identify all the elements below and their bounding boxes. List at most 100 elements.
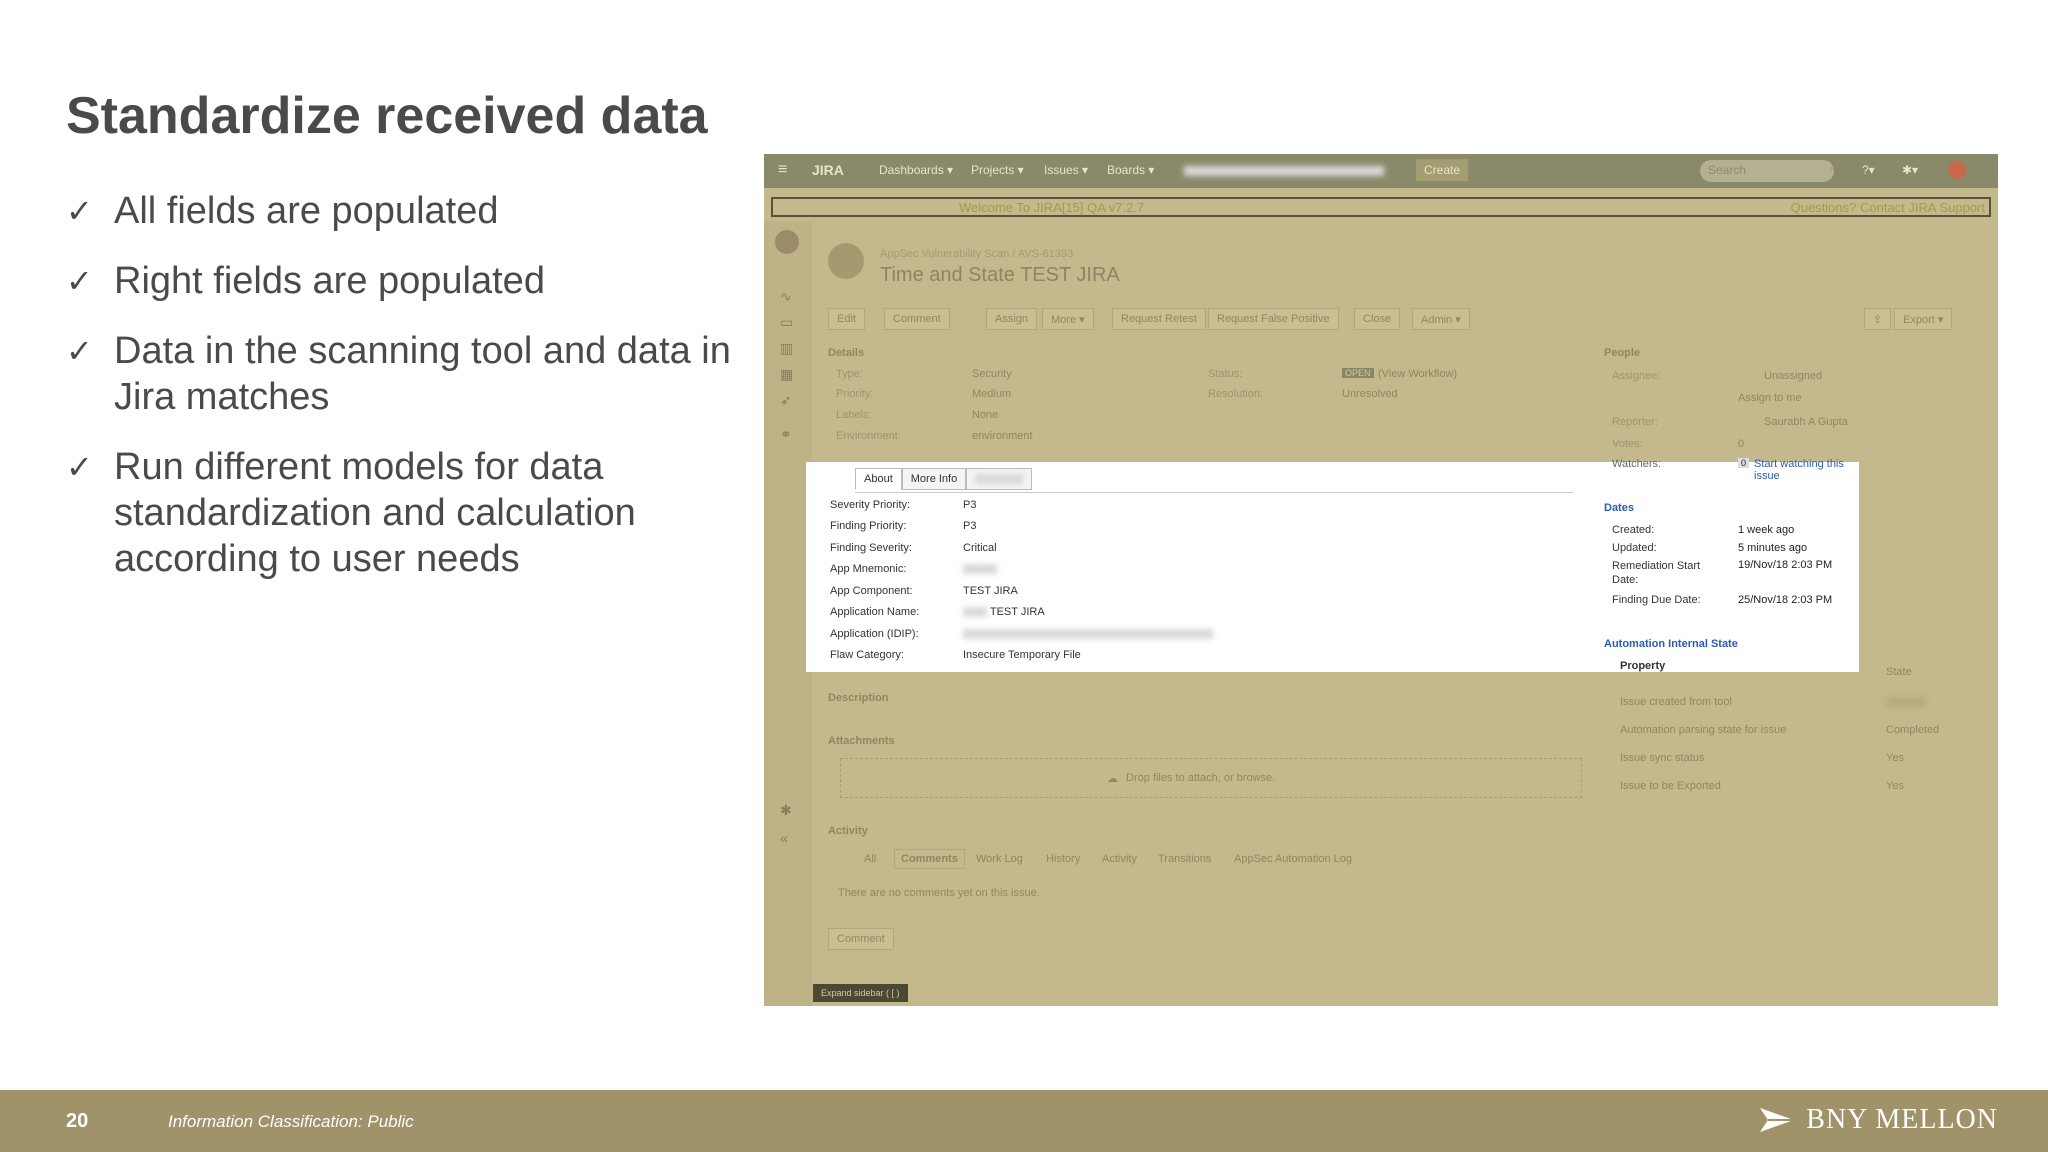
start-watching-link[interactable]: Start watching this issue [1754, 458, 1859, 482]
tab-history[interactable]: History [1046, 853, 1080, 865]
automation-row-property: Issue to be Exported [1620, 780, 1721, 792]
environment-value: environment [972, 430, 1033, 442]
remediation-label: Remediation Start Date: [1612, 560, 1701, 586]
expand-sidebar-tooltip: Expand sidebar ( [ ) [813, 984, 908, 1002]
assign-to-me-link[interactable]: Assign to me [1738, 392, 1802, 404]
collapse-icon[interactable]: « [780, 830, 788, 846]
row-value: Critical [963, 542, 997, 554]
row-value-text: TEST JIRA [989, 606, 1045, 618]
created-label: Created: [1612, 524, 1655, 536]
logo-text: BNY MELLON [1806, 1104, 1998, 1135]
remediation-value: 19/Nov/18 2:03 PM [1738, 559, 1833, 571]
tab-all[interactable]: All [864, 853, 876, 865]
property-header: Property [1620, 660, 1666, 672]
page-number: 20 [66, 1110, 89, 1132]
help-icon[interactable]: ?▾ [1862, 163, 1875, 177]
create-button[interactable]: Create [1416, 159, 1469, 181]
updated-label: Updated: [1612, 542, 1657, 554]
footer-bar: 20 Information Classification: Public BN… [0, 1090, 2048, 1152]
check-icon: ✓ [66, 192, 93, 230]
menu-icon[interactable]: ≡ [778, 161, 787, 179]
comment-button[interactable]: Comment [884, 308, 950, 330]
tab-about[interactable]: About [855, 468, 902, 490]
row-value: P3 [963, 499, 977, 511]
nav-dashboards[interactable]: Dashboards ▾ [879, 163, 953, 177]
bullet-text: Data in the scanning tool and data in Ji… [114, 330, 731, 418]
assignee-value: Unassigned [1764, 370, 1823, 382]
votes-count[interactable]: 0 [1738, 438, 1744, 450]
tab-more-info[interactable]: More Info [901, 468, 967, 490]
tab-activity[interactable]: Activity [1102, 853, 1137, 865]
nav-boards[interactable]: Boards ▾ [1107, 163, 1154, 177]
status-label: Status: [1208, 368, 1243, 380]
tab-appsec-automation-log[interactable]: AppSec Automation Log [1234, 853, 1352, 865]
bullet-item: ✓ Right fields are populated [66, 258, 766, 304]
view-workflow-link[interactable]: (View Workflow) [1378, 368, 1457, 380]
welcome-banner: Welcome To JIRA[15] QA v7.2.7 Questions?… [771, 197, 1991, 217]
search-input[interactable]: Search [1700, 160, 1834, 182]
row-key: Finding Priority: [830, 520, 907, 532]
about-tabs: About More Info [855, 468, 1033, 490]
share-icon[interactable]: ⇪ [1864, 308, 1892, 330]
type-label: Type: [836, 368, 863, 380]
environment-label: Environment: [836, 430, 901, 442]
more-button[interactable]: More ▾ [1042, 308, 1094, 330]
about-panel: About More Info Severity Priority: P3 Fin… [806, 462, 1573, 672]
assignee-label: Assignee: [1612, 370, 1661, 382]
assign-button[interactable]: Assign [986, 308, 1038, 330]
gear-icon[interactable]: ✱▾ [1902, 163, 1918, 177]
blurred-nav [1184, 166, 1384, 176]
updated-value: 5 minutes ago [1738, 542, 1808, 554]
row-value: Insecure Temporary File [963, 649, 1081, 661]
resolution-value: Unresolved [1342, 388, 1398, 400]
close-button[interactable]: Close [1354, 308, 1401, 330]
tab-work-log[interactable]: Work Log [976, 853, 1023, 865]
request-retest-button[interactable]: Request Retest [1112, 308, 1206, 330]
automation-row-state: Yes [1886, 780, 1904, 792]
people-heading: People [1604, 347, 1641, 359]
automation-row-state [1886, 696, 1926, 708]
tab-transitions[interactable]: Transitions [1158, 853, 1211, 865]
upload-icon: ☁ [1107, 773, 1118, 785]
avatar[interactable] [1948, 161, 1966, 179]
edit-button[interactable]: Edit [828, 308, 865, 330]
row-key: Application (IDIP): [830, 628, 919, 640]
components-icon[interactable]: ▦ [780, 366, 793, 383]
add-comment-button[interactable]: Comment [828, 928, 894, 950]
tab-comments[interactable]: Comments [894, 849, 965, 869]
due-date-value: 25/Nov/18 2:03 PM [1738, 594, 1833, 606]
labels-value[interactable]: None [972, 409, 998, 421]
automation-row-property: Automation parsing state for issue [1620, 724, 1787, 736]
nav-projects[interactable]: Projects ▾ [971, 163, 1024, 177]
request-false-positive-button[interactable]: Request False Positive [1208, 308, 1339, 330]
row-value: TEST JIRA [963, 585, 1018, 597]
activity-icon[interactable]: ∿ [780, 288, 792, 305]
reporter-value: Saurabh A Gupta [1764, 416, 1848, 428]
nav-issues[interactable]: Issues ▾ [1044, 163, 1088, 177]
drop-zone[interactable]: ☁ Drop files to attach, or browse. [840, 758, 1582, 798]
check-icon: ✓ [66, 262, 93, 300]
chat-icon[interactable]: ▭ [780, 314, 793, 331]
project-avatar[interactable] [775, 230, 799, 254]
settings-icon[interactable]: ✱ [780, 802, 792, 819]
welcome-text: Welcome To JIRA[15] QA v7.2.7 [959, 200, 1145, 215]
automation-heading: Automation Internal State [1604, 638, 1738, 650]
created-value: 1 week ago [1738, 524, 1795, 536]
reports-icon[interactable]: ▥ [780, 340, 793, 357]
breadcrumb[interactable]: AppSec Vulnerability Scan / AVS-61393 [880, 248, 1073, 260]
jira-logo[interactable]: JIRA [812, 162, 844, 178]
tab-blurred[interactable] [966, 468, 1033, 490]
priority-label: Priority: [836, 388, 874, 400]
bullet-text: All fields are populated [114, 190, 499, 232]
support-link[interactable]: Questions? Contact JIRA Support [1791, 200, 1985, 215]
dates-panel: Watchers: 0 Start watching this issue Da… [1573, 458, 1859, 672]
jira-screenshot: ≡ JIRA Dashboards ▾ Projects ▾ Issues ▾ … [764, 154, 1998, 1006]
rocket-icon[interactable]: ➶ [780, 392, 792, 409]
link-icon[interactable]: ⚭ [780, 426, 792, 443]
admin-button[interactable]: Admin ▾ [1412, 308, 1470, 330]
issue-title: Time and State TEST JIRA [880, 264, 1120, 286]
export-button[interactable]: Export ▾ [1894, 308, 1953, 330]
row-key: Finding Severity: [830, 542, 912, 554]
automation-row-state: Yes [1886, 752, 1904, 764]
resolution-label: Resolution: [1208, 388, 1264, 400]
